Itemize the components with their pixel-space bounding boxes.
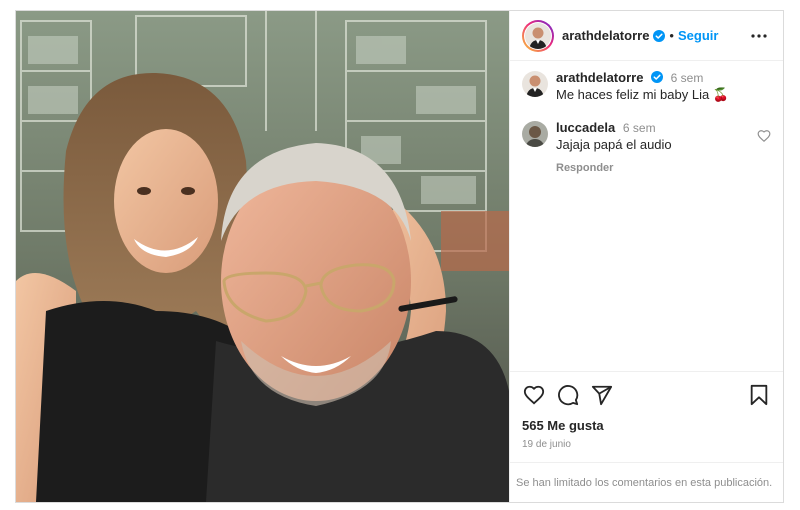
follow-button[interactable]: Seguir [678,28,718,43]
caption-text: Me haces feliz mi baby Lia 🍒 [556,87,729,102]
action-icons-row [522,382,771,408]
photo-illustration [16,11,509,502]
comment-item: luccadela 6 sem Jajaja papá el audio Res… [522,121,771,174]
author-avatar-image [525,22,551,49]
comment-text: Jajaja papá el audio [556,137,672,152]
caption-username[interactable]: arathdelatorre [556,70,643,85]
comments-limited-notice: Se han limitado los comentarios en esta … [510,462,783,502]
header-separator: • [669,28,674,43]
caption-author-avatar[interactable] [522,71,548,97]
author-username[interactable]: arathdelatorre [562,28,649,43]
post-container: arathdelatorre • Seguir arathdelatorre 6… [15,10,784,503]
commenter-username[interactable]: luccadela [556,120,615,135]
reply-button[interactable]: Responder [556,162,613,174]
post-photo[interactable] [16,11,509,502]
comment-time[interactable]: 6 sem [623,121,656,135]
post-actions: 565 Me gusta 19 de junio [510,371,783,463]
caption-time[interactable]: 6 sem [671,71,704,85]
share-send-icon[interactable] [590,383,614,407]
more-options-icon[interactable] [747,24,771,48]
comment-like-heart-icon[interactable] [757,129,771,143]
like-heart-icon[interactable] [522,383,546,407]
save-bookmark-icon[interactable] [747,383,771,407]
post-side-panel: arathdelatorre • Seguir arathdelatorre 6… [509,11,783,502]
caption-comment: arathdelatorre 6 sem Me haces feliz mi b… [522,71,771,103]
verified-badge-icon [653,29,666,42]
verified-badge-icon [651,71,664,83]
comment-bubble-icon[interactable] [556,383,580,407]
post-date[interactable]: 19 de junio [522,439,771,450]
author-avatar[interactable] [522,19,554,52]
commenter-avatar[interactable] [522,121,548,147]
likes-count[interactable]: 565 Me gusta [522,418,771,433]
post-header: arathdelatorre • Seguir [510,11,783,61]
